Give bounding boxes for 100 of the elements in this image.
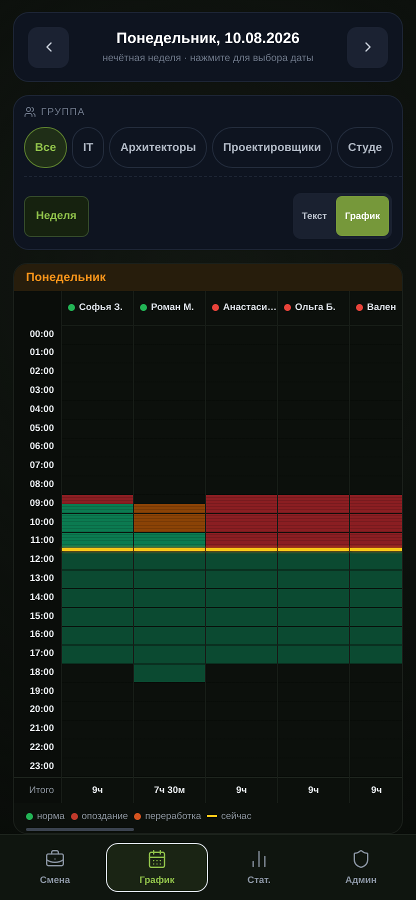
shift-block <box>62 654 133 664</box>
shift-block <box>278 654 349 664</box>
briefcase-icon <box>45 849 65 869</box>
employee-name: Анастаси… <box>223 302 277 314</box>
shift-block <box>206 626 277 636</box>
shift-block <box>350 513 402 523</box>
total-hours: 9ч <box>205 776 277 803</box>
hour-label: 20:00 <box>30 703 54 718</box>
nav-tab[interactable]: График <box>106 843 208 892</box>
total-hours: 7ч 30м <box>133 776 205 803</box>
hour-label: 21:00 <box>30 722 54 736</box>
total-hours: 9ч <box>277 776 349 803</box>
shift-block <box>278 579 349 588</box>
shift-block <box>350 635 402 645</box>
shift-block <box>206 494 277 504</box>
hour-label: 01:00 <box>30 346 54 360</box>
employee-name: Ольга Б. <box>295 302 336 314</box>
shift-block <box>62 588 133 598</box>
shift-block <box>134 504 205 514</box>
hour-label: 07:00 <box>30 459 54 474</box>
hour-label: 11:00 <box>30 534 54 548</box>
shift-block <box>62 626 133 636</box>
shift-block <box>278 494 349 504</box>
shift-block <box>278 588 349 598</box>
shift-block <box>62 560 133 570</box>
hour-label: 08:00 <box>30 478 54 492</box>
hour-label: 09:00 <box>30 496 54 511</box>
employee-name: Вален <box>367 302 396 314</box>
group-label: ГРУППА <box>41 106 86 118</box>
total-hours: 9ч <box>61 776 133 803</box>
shift-block <box>62 579 133 588</box>
nav-tab[interactable]: Смена <box>4 843 106 892</box>
group-chip[interactable]: IT <box>72 127 104 168</box>
shift-block <box>350 588 402 598</box>
nav-tab[interactable]: Админ <box>310 843 412 892</box>
shift-block <box>350 494 402 504</box>
shift-block <box>350 579 402 588</box>
shift-block <box>206 579 277 588</box>
group-chip[interactable]: Проектировщики <box>212 127 332 168</box>
hour-label: 05:00 <box>30 422 54 436</box>
shift-block <box>134 513 205 523</box>
shift-block <box>278 635 349 645</box>
hour-label: 03:00 <box>30 384 54 398</box>
shield-icon <box>351 849 371 869</box>
employee-name: Роман М. <box>151 302 194 314</box>
hour-label: 22:00 <box>30 741 54 756</box>
day-title: Понедельник <box>26 270 106 284</box>
users-icon <box>24 106 36 118</box>
shift-block <box>206 654 277 664</box>
hour-label: 04:00 <box>30 402 54 417</box>
nav-tab[interactable]: Стат. <box>208 843 310 892</box>
date-subtitle: нечётная неделя · нажмите для выбора даты <box>102 53 314 64</box>
view-toggle-option[interactable]: Текст <box>292 196 336 236</box>
hour-label: 18:00 <box>30 666 54 680</box>
shift-block <box>206 588 277 598</box>
shift-block <box>206 635 277 645</box>
shift-block <box>62 532 133 542</box>
next-day-button[interactable] <box>347 26 388 68</box>
shift-block <box>62 513 133 523</box>
shift-block <box>134 532 205 542</box>
legend-label: переработка <box>145 810 202 822</box>
shift-block <box>134 626 205 636</box>
shift-block <box>134 560 205 570</box>
hour-label: 02:00 <box>30 365 54 380</box>
shift-block <box>134 635 205 645</box>
legend-label: опоздание <box>82 810 128 822</box>
hour-label: 19:00 <box>30 684 54 699</box>
shift-block <box>134 588 205 598</box>
scrollbar[interactable] <box>26 828 134 831</box>
shift-block <box>350 654 402 664</box>
shift-block <box>206 513 277 523</box>
shift-block <box>62 494 133 504</box>
hour-label: 12:00 <box>30 553 54 568</box>
hour-label: 06:00 <box>30 440 54 454</box>
hour-label: 15:00 <box>30 610 54 624</box>
hour-label: 13:00 <box>30 572 54 586</box>
hour-label: 16:00 <box>30 628 54 642</box>
group-chip[interactable]: Студе <box>337 127 394 168</box>
date-title[interactable]: Понедельник, 10.08.2026 <box>116 30 300 47</box>
shift-block <box>350 532 402 542</box>
shift-block <box>278 513 349 523</box>
shift-block <box>206 560 277 570</box>
calendar-icon <box>147 849 167 869</box>
group-chip[interactable]: Все <box>24 127 68 168</box>
hour-label: 23:00 <box>30 760 54 774</box>
previous-day-button[interactable] <box>28 26 69 68</box>
hour-label: 00:00 <box>30 328 54 342</box>
shift-block <box>134 673 205 682</box>
shift-block <box>350 607 402 617</box>
hour-label: 14:00 <box>30 590 54 605</box>
shift-block <box>206 607 277 617</box>
week-button[interactable]: Неделя <box>24 196 89 237</box>
shift-block <box>278 607 349 617</box>
shift-block <box>278 626 349 636</box>
legend-label: сейчас <box>221 810 252 822</box>
group-chip[interactable]: Архитекторы <box>109 127 208 168</box>
shift-block <box>206 532 277 542</box>
shift-block <box>134 607 205 617</box>
shift-block <box>350 560 402 570</box>
shift-block <box>134 579 205 588</box>
